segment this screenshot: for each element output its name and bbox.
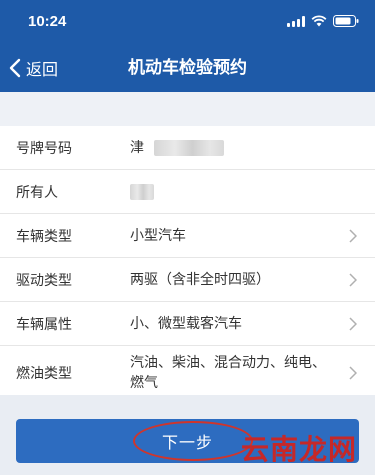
status-bar: 10:24 bbox=[0, 0, 375, 44]
plate-number-row: 号牌号码 津 bbox=[0, 126, 375, 170]
redacted-owner bbox=[130, 183, 154, 200]
redacted-plate bbox=[154, 139, 225, 156]
battery-icon bbox=[333, 15, 359, 27]
drive-type-label: 驱动类型 bbox=[16, 272, 72, 289]
vehicle-type-value: 小型汽车 bbox=[130, 227, 186, 244]
status-time: 10:24 bbox=[28, 13, 67, 30]
watermark: 云南龙网 bbox=[240, 433, 357, 466]
highlight-circle bbox=[133, 421, 253, 461]
vehicle-usage-row[interactable]: 车辆属性 小、微型载客汽车 bbox=[0, 302, 375, 346]
vehicle-type-row[interactable]: 车辆类型 小型汽车 bbox=[0, 214, 375, 258]
vehicle-info-list: 号牌号码 津 所有人 车辆类型 小型汽车 驱动类型 两驱（含非全时四驱） 车辆属… bbox=[0, 126, 375, 400]
owner-label: 所有人 bbox=[16, 184, 58, 201]
fuel-type-row[interactable]: 燃油类型 汽油、柴油、混合动力、纯电、燃气 bbox=[0, 346, 375, 400]
drive-type-row[interactable]: 驱动类型 两驱（含非全时四驱） bbox=[0, 258, 375, 302]
drive-type-value: 两驱（含非全时四驱） bbox=[130, 271, 270, 288]
owner-row: 所有人 bbox=[0, 170, 375, 214]
vehicle-usage-label: 车辆属性 bbox=[16, 316, 72, 333]
vehicle-type-label: 车辆类型 bbox=[16, 228, 72, 245]
owner-value bbox=[130, 182, 330, 202]
vehicle-usage-value: 小、微型载客汽车 bbox=[130, 315, 242, 332]
signal-icon bbox=[287, 15, 305, 27]
nav-bar: 返回 机动车检验预约 bbox=[0, 44, 375, 92]
status-icons bbox=[287, 15, 359, 27]
plate-number-value: 津 bbox=[130, 138, 330, 158]
chevron-right-icon bbox=[349, 316, 357, 331]
chevron-right-icon bbox=[349, 272, 357, 287]
chevron-right-icon bbox=[349, 366, 357, 380]
fuel-type-label: 燃油类型 bbox=[16, 366, 72, 382]
fuel-type-value: 汽油、柴油、混合动力、纯电、燃气 bbox=[130, 355, 326, 391]
chevron-right-icon bbox=[349, 228, 357, 243]
page-title: 机动车检验预约 bbox=[128, 58, 247, 78]
plate-number-label: 号牌号码 bbox=[16, 140, 72, 157]
wifi-icon bbox=[311, 15, 327, 27]
